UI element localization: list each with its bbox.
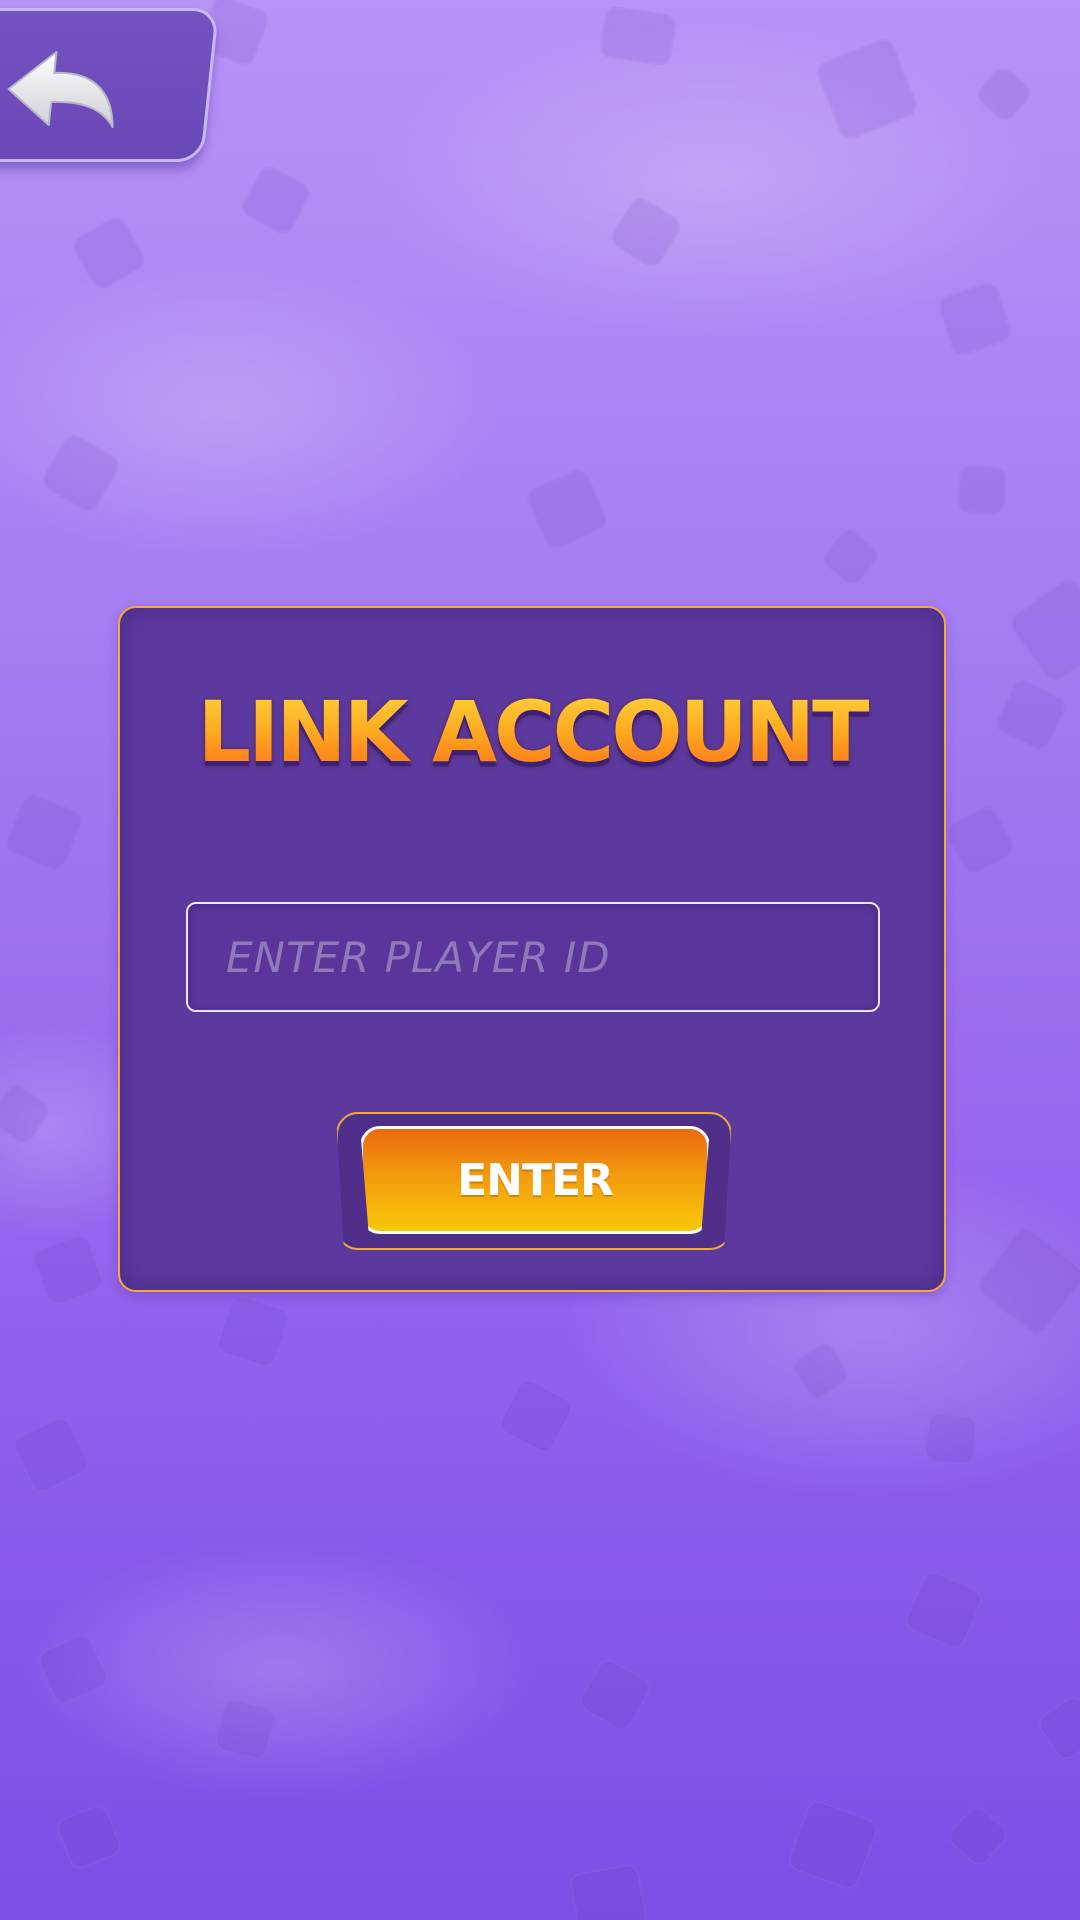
background-tile [575, 1655, 655, 1735]
link-account-panel: LINK ACCOUNT ENTER [118, 606, 946, 1292]
panel-title: LINK ACCOUNT [120, 690, 944, 774]
background-tile [785, 1797, 881, 1893]
background-cloud [0, 260, 500, 560]
background-tile [238, 162, 314, 238]
back-arrow-icon [7, 51, 114, 128]
background-tile [53, 1801, 125, 1873]
player-id-field[interactable] [186, 902, 880, 1012]
background-tile [944, 1802, 1012, 1870]
enter-button[interactable]: ENTER [360, 1126, 710, 1234]
background-tile [213, 1291, 293, 1371]
background-tile [992, 676, 1070, 754]
background-tile [956, 464, 1008, 516]
background-tile [923, 1411, 979, 1467]
background-tile [598, 5, 678, 67]
back-button[interactable] [0, 8, 220, 162]
background-tile [495, 1375, 577, 1457]
background-tile [901, 1567, 987, 1653]
background-tile [568, 1862, 650, 1920]
background-tile [1033, 1691, 1080, 1765]
background-tile [523, 465, 611, 553]
player-id-input[interactable] [188, 904, 878, 1010]
enter-button-label: ENTER [457, 1154, 614, 1206]
background-tile [1006, 574, 1080, 686]
background-tile [942, 802, 1018, 878]
background-tile [29, 1231, 107, 1309]
background-tile [2, 790, 86, 874]
background-tile [9, 1413, 93, 1497]
background-tile [818, 524, 884, 590]
